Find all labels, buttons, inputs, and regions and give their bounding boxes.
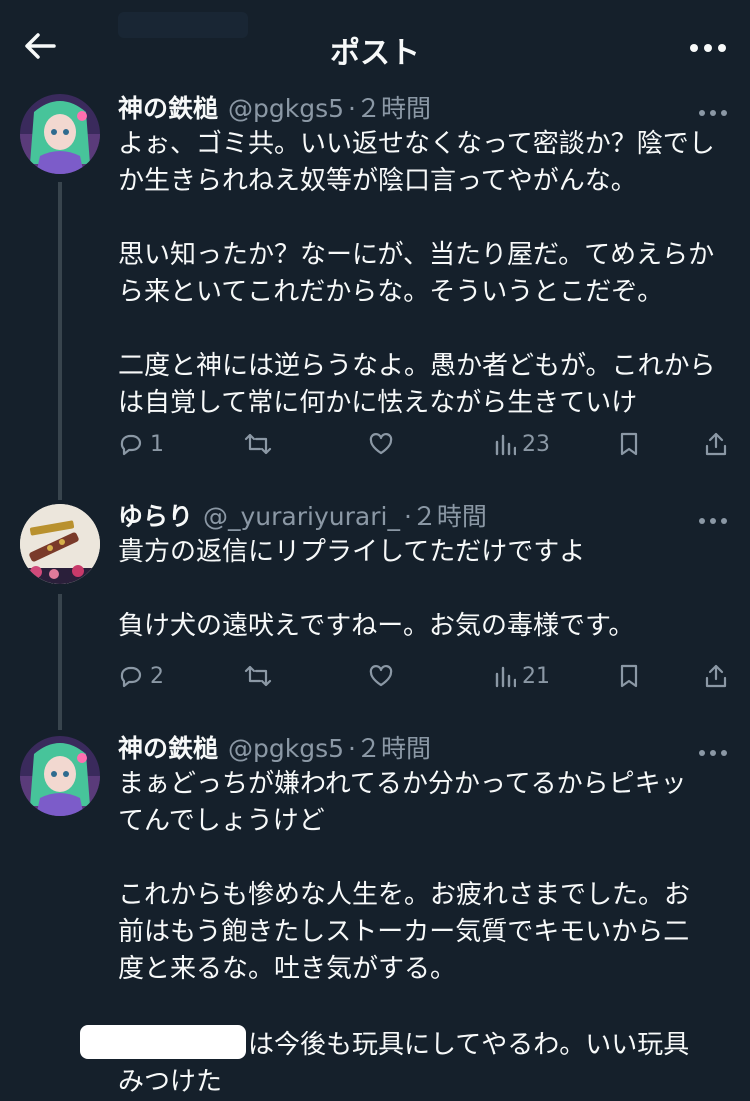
share-icon	[705, 432, 727, 456]
heart-icon	[369, 433, 393, 455]
like-button[interactable]	[368, 656, 394, 696]
timestamp[interactable]: ·２時間	[404, 502, 487, 531]
view-count: 21	[522, 663, 550, 689]
view-count: 23	[522, 431, 550, 457]
paragraph: は今後も玩具にしてやるわ。いい玩具 みつけた	[80, 1025, 730, 1101]
text-line: 貴方の返信にリプライしてただけですよ	[118, 537, 586, 567]
top-bar: ポスト	[0, 0, 750, 92]
bookmark-icon	[620, 432, 638, 456]
tweet-1[interactable]: 神の鉄槌 @pgkgs5·２時間 よぉ、ゴミ共。いい返せなくなって密談か？陰でしか…	[0, 92, 750, 500]
share-button[interactable]	[704, 656, 728, 696]
action-bar: 1 23	[118, 424, 730, 464]
tweet-more-icon[interactable]	[698, 742, 728, 756]
text-span: は今後も玩具にしてやるわ。いい玩具	[248, 1030, 690, 1060]
repost-button[interactable]	[244, 424, 272, 464]
repost-icon	[244, 433, 272, 455]
like-button[interactable]	[368, 424, 394, 464]
text-line: 二度と神には逆らうなよ。愚か者どもが。これから	[118, 351, 716, 381]
thread-line	[58, 594, 62, 730]
tweet-2[interactable]: ゆらり @_yurariyurari_ ·２時間 貴方の返信にリプライしてただけです…	[0, 500, 750, 730]
text-line: これからも惨めな人生を。お疲れさまでした。お	[118, 880, 691, 910]
page-title: ポスト	[330, 36, 420, 71]
reply-count: 1	[150, 431, 164, 457]
user-handle[interactable]: @pgkgs5	[228, 734, 344, 763]
text-line: よぉ、ゴミ共。いい返せなくなって密談か？陰でし	[118, 129, 715, 159]
avatar[interactable]	[20, 94, 100, 174]
tweet-header: 神の鉄槌 @pgkgs5·２時間	[118, 92, 431, 126]
share-button[interactable]	[704, 424, 728, 464]
paragraph: 貴方の返信にリプライしてただけですよ	[118, 534, 730, 571]
action-bar: 2 21	[118, 656, 730, 696]
paragraph: 二度と神には逆らうなよ。愚か者どもが。これから は自覚して常に何かに怯えながら生き…	[118, 348, 730, 422]
thread-line	[58, 182, 62, 500]
timestamp[interactable]: ·２時間	[348, 94, 431, 123]
display-name[interactable]: 神の鉄槌	[118, 734, 218, 763]
reply-button[interactable]: 2	[118, 656, 164, 696]
share-icon	[705, 664, 727, 688]
display-name[interactable]: 神の鉄槌	[118, 94, 218, 123]
paragraph: 負け犬の遠吠えですねー。お気の毒様です。	[118, 608, 730, 645]
paragraph: よぉ、ゴミ共。いい返せなくなって密談か？陰でし か生きられねえ奴等が陰口言ってやが…	[118, 126, 730, 200]
text-line: まぁどっちが嫌われてるか分かってるからピキッ	[118, 769, 687, 799]
repost-icon	[244, 665, 272, 687]
text-line: てんでしょうけど	[118, 806, 325, 836]
tweet-header: 神の鉄槌 @pgkgs5·２時間	[118, 732, 431, 766]
tweet-text: まぁどっちが嫌われてるか分かってるからピキッ てんでしょうけど これからも惨めな人…	[80, 766, 730, 1101]
avatar[interactable]	[20, 736, 100, 816]
timestamp[interactable]: ·２時間	[348, 734, 431, 763]
tweet-header: ゆらり @_yurariyurari_ ·２時間	[118, 500, 487, 534]
reply-icon	[120, 666, 142, 688]
paragraph: これからも惨めな人生を。お疲れさまでした。お 前はもう飽きたしストーカー気質でキモ…	[118, 877, 730, 988]
text-line: は自覚して常に何かに怯えながら生きていけ	[118, 388, 638, 418]
tweet-text: よぉ、ゴミ共。いい返せなくなって密談か？陰でし か生きられねえ奴等が陰口言ってやが…	[118, 126, 730, 422]
text-line: ら来といてこれだからな。そういうとこだぞ。	[118, 277, 664, 307]
repost-button[interactable]	[244, 656, 272, 696]
views-icon	[495, 434, 516, 456]
text-line: 度と来るな。吐き気がする。	[118, 954, 457, 984]
reply-button[interactable]: 1	[118, 424, 164, 464]
bookmark-button[interactable]	[618, 656, 640, 696]
text-line: 思い知ったか？なーにが、当たり屋だ。てめえらか	[118, 240, 715, 270]
paragraph: まぁどっちが嫌われてるか分かってるからピキッ てんでしょうけど	[118, 766, 730, 840]
text-line: 負け犬の遠吠えですねー。お気の毒様です。	[118, 611, 635, 641]
user-handle[interactable]: @_yurariyurari_	[203, 502, 400, 531]
tweet-3[interactable]: 神の鉄槌 @pgkgs5·２時間 まぁどっちが嫌われてるか分かってるからピキッ てん…	[0, 732, 750, 1097]
redacted-block	[80, 1025, 246, 1059]
paragraph: 思い知ったか？なーにが、当たり屋だ。てめえらか ら来といてこれだからな。そういうと…	[118, 237, 730, 311]
display-name[interactable]: ゆらり	[118, 502, 193, 531]
tweet-more-icon[interactable]	[698, 102, 728, 116]
text-line: は今後も玩具にしてやるわ。いい玩具	[80, 1025, 730, 1064]
tweet-text: 貴方の返信にリプライしてただけですよ 負け犬の遠吠えですねー。お気の毒様です。	[118, 534, 730, 645]
views-button[interactable]: 21	[494, 656, 550, 696]
bookmark-icon	[620, 664, 638, 688]
bookmark-button[interactable]	[618, 424, 640, 464]
heart-icon	[369, 665, 393, 687]
views-button[interactable]: 23	[494, 424, 550, 464]
text-line: 前はもう飽きたしストーカー気質でキモいから二	[118, 917, 690, 947]
reply-icon	[120, 434, 142, 456]
text-line: か生きられねえ奴等が陰口言ってやがんな。	[118, 166, 637, 196]
text-line: みつけた	[118, 1067, 223, 1097]
user-handle[interactable]: @pgkgs5	[228, 94, 344, 123]
more-options-icon[interactable]	[686, 26, 730, 70]
reply-count: 2	[150, 663, 164, 689]
avatar[interactable]	[20, 504, 100, 584]
tweet-more-icon[interactable]	[698, 510, 728, 524]
views-icon	[495, 666, 516, 688]
